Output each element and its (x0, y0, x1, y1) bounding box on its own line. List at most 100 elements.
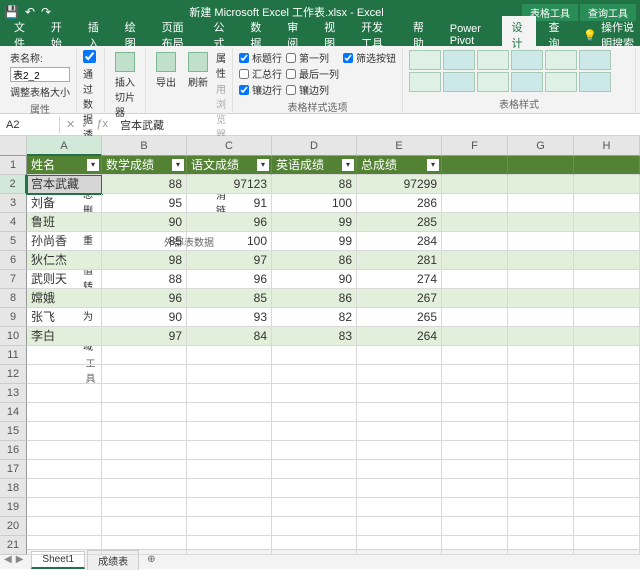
cell[interactable] (187, 403, 272, 422)
cell[interactable] (102, 460, 187, 479)
style-thumb[interactable] (579, 72, 611, 92)
row-header-13[interactable]: 13 (0, 384, 27, 403)
cell[interactable]: 284 (357, 232, 442, 251)
cell[interactable] (187, 536, 272, 555)
cell[interactable]: 281 (357, 251, 442, 270)
cell[interactable] (442, 308, 508, 327)
cell[interactable] (508, 441, 574, 460)
col-header-H[interactable]: H (574, 136, 640, 156)
row-header-6[interactable]: 6 (0, 251, 27, 270)
cell[interactable] (357, 441, 442, 460)
tell-me-search[interactable]: 💡 操作说明搜索 (583, 19, 640, 51)
cell[interactable] (187, 479, 272, 498)
cell[interactable]: 93 (187, 308, 272, 327)
cell[interactable]: 狄仁杰 (27, 251, 102, 270)
refresh-button[interactable]: 刷新 (184, 50, 212, 91)
col-header-D[interactable]: D (272, 136, 357, 156)
select-all-corner[interactable] (0, 136, 27, 156)
filter-dropdown-icon[interactable]: ▾ (342, 159, 354, 171)
style-thumb[interactable] (545, 50, 577, 70)
row-header-10[interactable]: 10 (0, 327, 27, 346)
cell[interactable] (272, 498, 357, 517)
cell[interactable] (574, 536, 640, 555)
col-header-E[interactable]: E (357, 136, 442, 156)
cell[interactable] (442, 175, 508, 194)
cell[interactable] (574, 441, 640, 460)
table-header-cell[interactable]: 数学成绩▾ (102, 156, 187, 175)
style-thumb[interactable] (477, 50, 509, 70)
cell[interactable] (27, 460, 102, 479)
opt-banded-cols[interactable]: 镶边列 (286, 82, 339, 97)
filter-dropdown-icon[interactable]: ▾ (257, 159, 269, 171)
cell[interactable] (508, 251, 574, 270)
cell[interactable]: 90 (102, 308, 187, 327)
row-header-4[interactable]: 4 (0, 213, 27, 232)
formula-input[interactable]: 宫本武藏 (114, 115, 640, 135)
cell[interactable]: 97299 (357, 175, 442, 194)
cell[interactable] (442, 422, 508, 441)
cell[interactable] (508, 289, 574, 308)
cell[interactable] (574, 479, 640, 498)
row-header-12[interactable]: 12 (0, 365, 27, 384)
row-header-17[interactable]: 17 (0, 460, 27, 479)
cell[interactable]: 98 (102, 251, 187, 270)
cell[interactable] (357, 346, 442, 365)
cell[interactable] (508, 517, 574, 536)
cell[interactable] (442, 289, 508, 308)
cell[interactable]: 孙尚香 (27, 232, 102, 251)
cell[interactable] (442, 498, 508, 517)
cell[interactable] (357, 384, 442, 403)
row-header-3[interactable]: 3 (0, 194, 27, 213)
cell[interactable] (357, 365, 442, 384)
table-header-cell[interactable]: 语文成绩▾ (187, 156, 272, 175)
cell[interactable]: 86 (272, 251, 357, 270)
cell[interactable] (357, 517, 442, 536)
cell[interactable]: 90 (272, 270, 357, 289)
opt-filter-button[interactable]: 筛选按钮 (343, 50, 396, 65)
cell[interactable]: 88 (102, 175, 187, 194)
style-thumb[interactable] (409, 72, 441, 92)
cell[interactable] (442, 270, 508, 289)
cell[interactable] (102, 536, 187, 555)
style-thumb[interactable] (511, 50, 543, 70)
cell[interactable]: 82 (272, 308, 357, 327)
cell[interactable] (574, 384, 640, 403)
cell[interactable]: 90 (102, 213, 187, 232)
cell[interactable] (508, 365, 574, 384)
cell[interactable] (508, 384, 574, 403)
cell[interactable] (187, 384, 272, 403)
opt-total-row[interactable]: 汇总行 (239, 66, 282, 81)
style-thumb[interactable] (443, 72, 475, 92)
cell[interactable] (574, 213, 640, 232)
filter-dropdown-icon[interactable]: ▾ (87, 159, 99, 171)
cell[interactable] (187, 517, 272, 536)
row-header-7[interactable]: 7 (0, 270, 27, 289)
cell[interactable]: 武则天 (27, 270, 102, 289)
cell[interactable]: 鲁班 (27, 213, 102, 232)
cell[interactable] (508, 270, 574, 289)
name-box[interactable]: A2 (0, 117, 60, 133)
cell[interactable]: 88 (272, 175, 357, 194)
cell[interactable] (442, 365, 508, 384)
cell[interactable] (508, 479, 574, 498)
cell[interactable] (357, 403, 442, 422)
cell[interactable] (574, 308, 640, 327)
cell[interactable] (574, 270, 640, 289)
cell[interactable] (272, 479, 357, 498)
opt-banded-rows[interactable]: 镶边行 (239, 82, 282, 97)
cell[interactable]: 265 (357, 308, 442, 327)
cell[interactable]: 86 (272, 289, 357, 308)
cell[interactable]: 274 (357, 270, 442, 289)
row-header-16[interactable]: 16 (0, 441, 27, 460)
cell[interactable]: 宫本武藏 (27, 175, 102, 194)
row-header-1[interactable]: 1 (0, 156, 27, 175)
cell[interactable] (272, 536, 357, 555)
sheet-nav-prev-icon[interactable]: ◀ (4, 554, 12, 565)
cell[interactable] (508, 327, 574, 346)
cell[interactable] (442, 536, 508, 555)
cell[interactable] (27, 384, 102, 403)
cell[interactable] (357, 498, 442, 517)
cell[interactable] (508, 194, 574, 213)
tab-powerpivot[interactable]: Power Pivot (440, 20, 500, 50)
cell[interactable] (27, 346, 102, 365)
